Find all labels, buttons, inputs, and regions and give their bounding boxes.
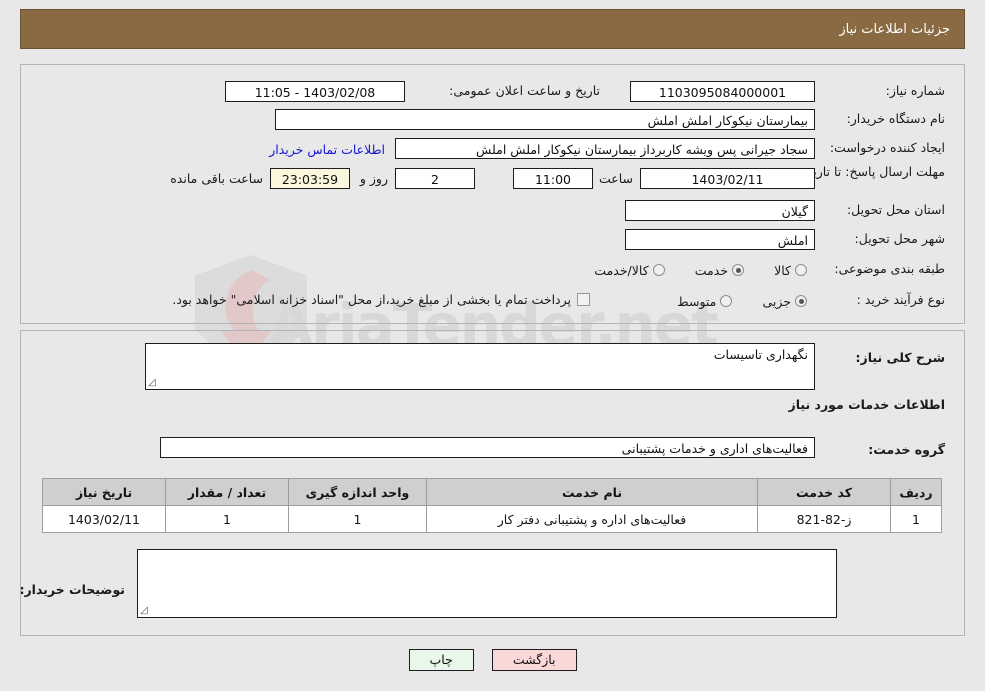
- need-details-page: AriaTender.net جزئیات اطلاعات نیاز شماره…: [0, 0, 985, 691]
- back-button[interactable]: بازگشت: [491, 649, 577, 671]
- summary-panel: [20, 64, 965, 324]
- page-title-text: جزئیات اطلاعات نیاز: [839, 21, 950, 37]
- details-panel: [20, 330, 965, 636]
- page-title: جزئیات اطلاعات نیاز: [20, 9, 965, 49]
- print-button[interactable]: چاپ: [408, 649, 474, 671]
- footer-buttons: بازگشت چاپ: [0, 649, 985, 671]
